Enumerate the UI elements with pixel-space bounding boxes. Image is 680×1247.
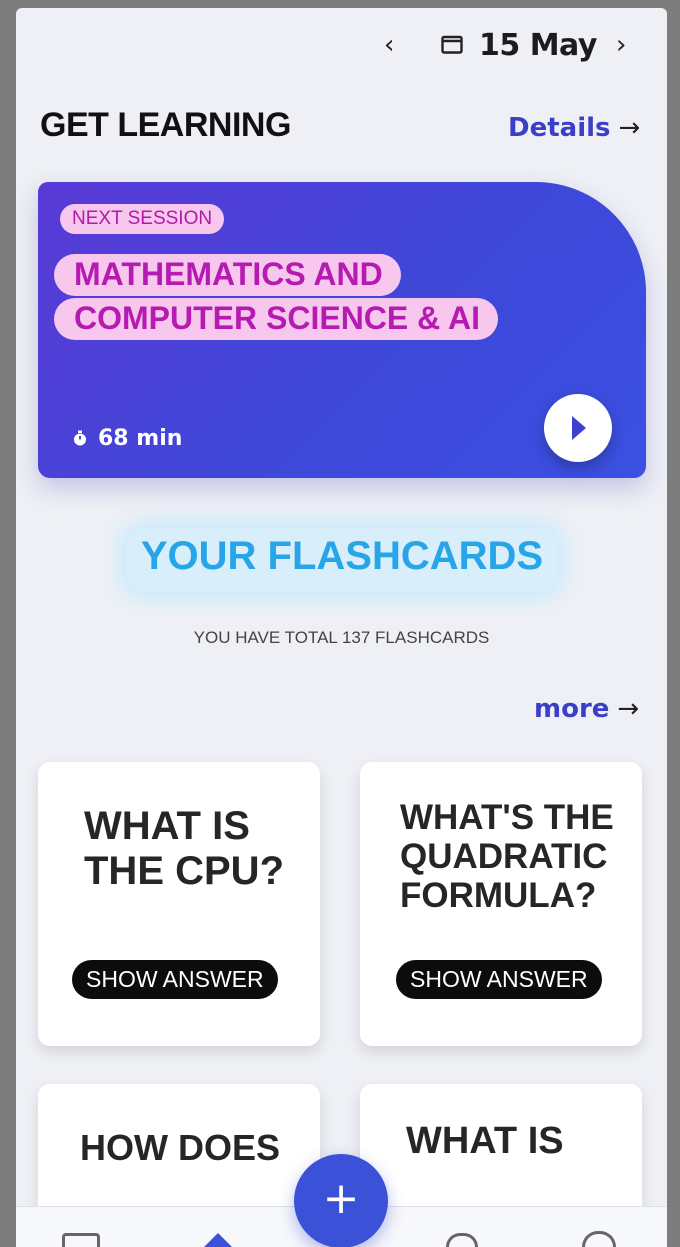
- flashcard-question: WHAT IS THE CPU?: [84, 804, 284, 893]
- show-answer-button[interactable]: SHOW ANSWER: [72, 960, 278, 999]
- flashcard-question: WHAT'S THE QUADRATIC FORMULA?: [400, 798, 614, 916]
- flashcards-title: YOUR FLASHCARDS: [140, 534, 544, 578]
- flashcards-title-highlight: YOUR FLASHCARDS: [126, 528, 558, 592]
- session-title-text: MATHEMATICS AND COMPUTER SCIENCE & AI: [54, 254, 498, 340]
- home-tab-icon[interactable]: [62, 1233, 100, 1247]
- next-session-card[interactable]: NEXT SESSION MATHEMATICS AND COMPUTER SC…: [38, 182, 646, 478]
- more-link[interactable]: more →: [534, 694, 639, 724]
- progress-tab-icon[interactable]: [446, 1233, 478, 1247]
- flashcards-count: YOU HAVE TOTAL 137 FLASHCARDS: [193, 628, 490, 647]
- details-link[interactable]: Details →: [508, 113, 640, 143]
- flashcard-question: WHAT IS: [406, 1120, 564, 1162]
- details-label: Details: [508, 113, 611, 143]
- flashcard[interactable]: WHAT IS THE CPU? SHOW ANSWER: [38, 762, 320, 1046]
- app-screen: ‹ 15 May › GET LEARNING Details → NEXT SE…: [16, 8, 667, 1247]
- more-label: more: [534, 694, 610, 724]
- arrow-right-icon: →: [617, 694, 640, 724]
- current-date[interactable]: 15 May: [479, 28, 597, 63]
- arrow-right-icon: →: [618, 113, 641, 143]
- prev-date-button[interactable]: ‹: [384, 30, 394, 60]
- date-navigator: ‹ 15 May ›: [16, 26, 667, 66]
- learn-tab-icon[interactable]: [202, 1233, 234, 1247]
- session-duration: 68 min: [72, 426, 182, 451]
- next-session-badge: NEXT SESSION: [60, 204, 225, 234]
- add-button[interactable]: +: [294, 1154, 388, 1247]
- calendar-icon: [441, 35, 463, 54]
- stopwatch-icon: [74, 430, 86, 446]
- flashcard-question: HOW DOES: [80, 1127, 281, 1168]
- duration-text: 68 min: [98, 426, 183, 451]
- page-title: GET LEARNING: [40, 106, 291, 144]
- play-icon: [572, 416, 586, 440]
- show-answer-button[interactable]: SHOW ANSWER: [396, 960, 602, 999]
- flashcard[interactable]: WHAT'S THE QUADRATIC FORMULA? SHOW ANSWE…: [360, 762, 642, 1046]
- profile-tab-icon[interactable]: [582, 1231, 616, 1247]
- session-title: MATHEMATICS AND COMPUTER SCIENCE & AI: [54, 252, 524, 340]
- play-button[interactable]: [544, 394, 612, 462]
- next-date-button[interactable]: ›: [616, 30, 626, 60]
